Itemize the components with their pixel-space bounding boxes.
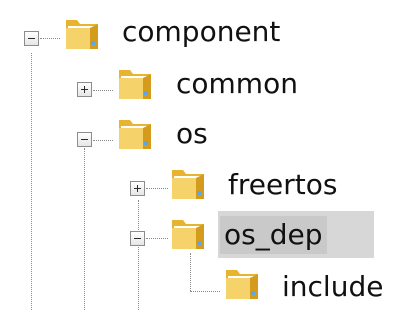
tree-line xyxy=(84,148,85,310)
tree-line xyxy=(93,140,113,141)
tree-node-label[interactable]: os xyxy=(172,115,212,153)
folder-icon xyxy=(119,120,151,149)
plus-icon[interactable] xyxy=(130,181,145,196)
minus-icon[interactable] xyxy=(24,31,39,46)
tree-line xyxy=(138,200,139,310)
folder-icon xyxy=(66,20,98,49)
tree-node-label[interactable]: include xyxy=(278,268,387,306)
tree-node-label[interactable]: freertos xyxy=(224,166,341,204)
tree-node-label[interactable]: common xyxy=(172,65,302,103)
tree-line xyxy=(190,291,220,292)
folder-icon xyxy=(226,270,258,299)
minus-icon[interactable] xyxy=(77,132,92,147)
plus-icon[interactable] xyxy=(77,82,92,97)
tree-node-label[interactable]: os_dep xyxy=(220,216,327,254)
tree-line xyxy=(146,238,168,239)
folder-icon xyxy=(119,70,151,99)
folder-tree: component common os freertos os_dep incl… xyxy=(0,0,395,310)
folder-icon xyxy=(172,170,204,199)
tree-line xyxy=(93,90,113,91)
tree-line xyxy=(31,53,32,310)
folder-icon xyxy=(172,220,204,249)
tree-line xyxy=(40,38,60,39)
tree-node-label[interactable]: component xyxy=(118,13,284,51)
minus-icon[interactable] xyxy=(130,231,145,246)
tree-line xyxy=(146,188,168,189)
tree-line xyxy=(190,253,191,291)
